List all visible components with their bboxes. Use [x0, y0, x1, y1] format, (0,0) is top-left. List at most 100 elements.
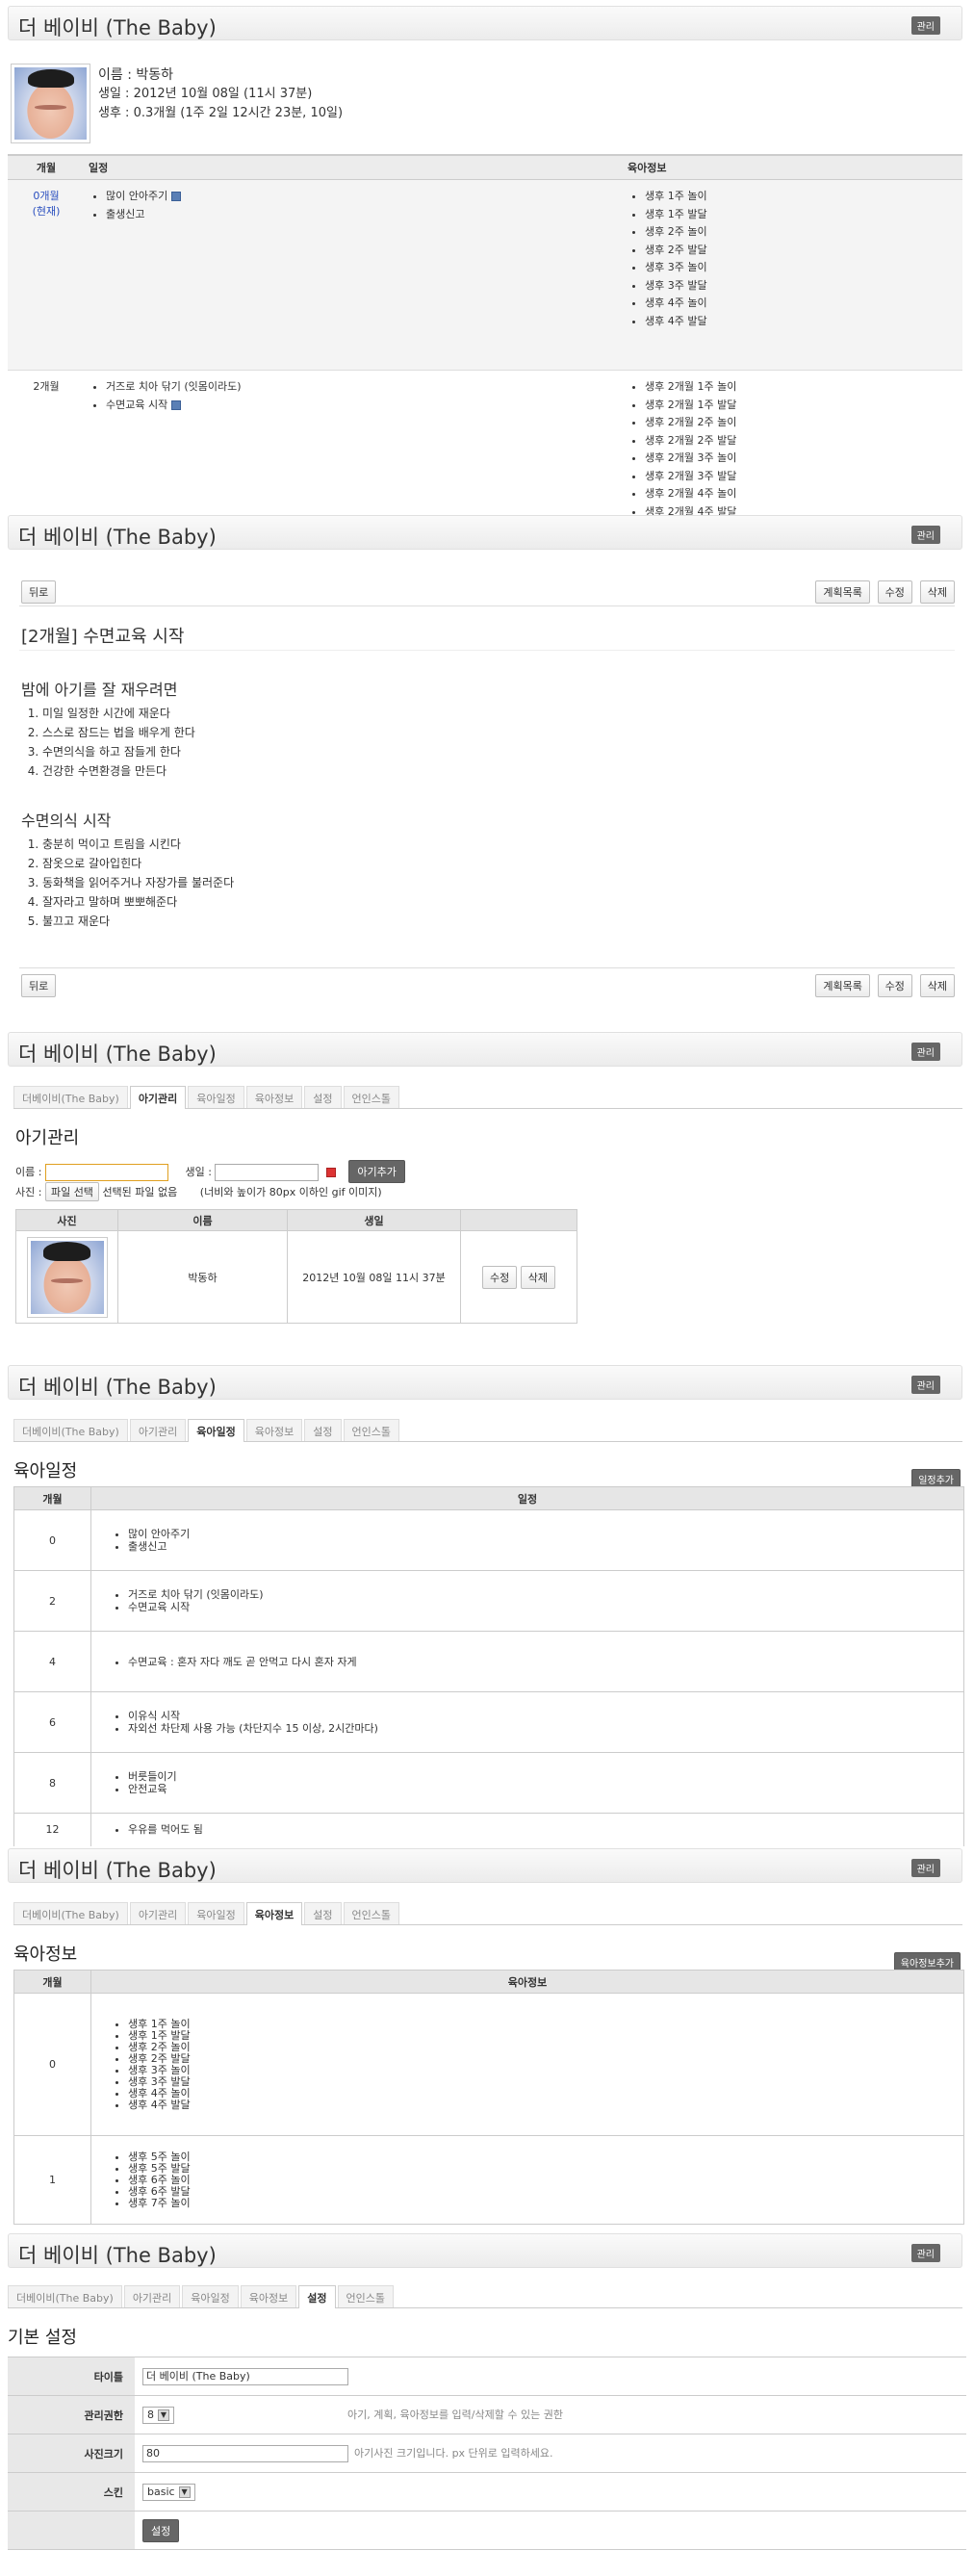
- info-item[interactable]: 생후 2개월 1주 놀이: [645, 378, 959, 397]
- info-item[interactable]: 생후 2주 놀이: [645, 223, 959, 242]
- tab-schedule[interactable]: 육아일정: [188, 1902, 244, 1924]
- schedule-item[interactable]: 수면교육 : 혼자 자다 깨도 곧 안먹고 다시 혼자 자게: [128, 1656, 962, 1668]
- tab-home[interactable]: 더베이비(The Baby): [13, 1086, 128, 1108]
- tab-home[interactable]: 더베이비(The Baby): [8, 2285, 122, 2307]
- info-item[interactable]: 생후 1주 놀이: [128, 2018, 962, 2030]
- info-item[interactable]: 생후 5주 놀이: [128, 2151, 962, 2163]
- title-input[interactable]: 더 베이비 (The Baby): [142, 2367, 348, 2385]
- perm-select[interactable]: 8 ▼: [142, 2406, 174, 2424]
- table-row: 1 생후 5주 놀이 생후 5주 발달 생후 6주 놀이 생후 6주 발달 생후…: [13, 2135, 964, 2225]
- tab-home[interactable]: 더베이비(The Baby): [13, 1902, 128, 1924]
- schedule-item[interactable]: 많이 안아주기: [128, 1528, 962, 1540]
- tab-baby-admin[interactable]: 아기관리: [129, 1086, 187, 1109]
- schedule-item[interactable]: 많이 안아주기: [106, 188, 620, 206]
- info-item[interactable]: 생후 2개월 4주 발달: [645, 503, 959, 516]
- settings-row-submit: 설정: [8, 2511, 966, 2550]
- admin-button[interactable]: 관리: [910, 1376, 940, 1394]
- schedule-item[interactable]: 이유식 시작: [128, 1710, 962, 1722]
- info-item[interactable]: 생후 1주 발달: [645, 206, 959, 224]
- info-item[interactable]: 생후 2주 발달: [128, 2052, 962, 2065]
- tab-schedule[interactable]: 육아일정: [188, 1419, 244, 1442]
- admin-button[interactable]: 관리: [910, 2244, 940, 2262]
- info-item[interactable]: 생후 4주 발달: [645, 313, 959, 331]
- info-item[interactable]: 생후 7주 놀이: [128, 2197, 962, 2209]
- info-item[interactable]: 생후 4주 놀이: [645, 295, 959, 313]
- info-item[interactable]: 생후 3주 놀이: [645, 259, 959, 277]
- schedule-item[interactable]: 버릇들이기: [128, 1770, 962, 1783]
- list-button[interactable]: 계획목록: [815, 580, 870, 604]
- month-label[interactable]: 2개월: [12, 378, 81, 394]
- schedule-item[interactable]: 우유를 먹어도 됨: [128, 1823, 962, 1836]
- schedule-item[interactable]: 안전교육: [128, 1783, 962, 1795]
- tab-settings[interactable]: 설정: [298, 2285, 336, 2308]
- tab-settings[interactable]: 설정: [304, 1086, 342, 1108]
- tab-settings[interactable]: 설정: [304, 1419, 342, 1441]
- info-item[interactable]: 생후 1주 놀이: [645, 188, 959, 206]
- tab-settings[interactable]: 설정: [304, 1902, 342, 1924]
- calendar-icon[interactable]: [325, 1168, 336, 1177]
- tab-info[interactable]: 육아정보: [245, 1419, 303, 1441]
- info-item[interactable]: 생후 3주 발달: [645, 277, 959, 296]
- info-item[interactable]: 생후 2개월 3주 발달: [645, 468, 959, 486]
- info-item[interactable]: 생후 2개월 4주 놀이: [645, 485, 959, 503]
- schedule-item[interactable]: 수면교육 시작: [106, 397, 620, 415]
- edit-button[interactable]: 수정: [877, 974, 912, 997]
- info-item[interactable]: 생후 4주 발달: [128, 2099, 962, 2111]
- schedule-item[interactable]: 수면교육 시작: [128, 1601, 962, 1613]
- save-settings-button[interactable]: 설정: [142, 2518, 180, 2542]
- tab-info[interactable]: 육아정보: [245, 1902, 303, 1925]
- tab-info[interactable]: 육아정보: [240, 2285, 297, 2307]
- list-button[interactable]: 계획목록: [815, 974, 870, 997]
- info-item[interactable]: 생후 6주 놀이: [128, 2174, 962, 2186]
- info-item[interactable]: 생후 3주 발달: [128, 2075, 962, 2088]
- tab-uninstall[interactable]: 언인스톨: [343, 1086, 399, 1108]
- info-item[interactable]: 생후 2개월 2주 놀이: [645, 414, 959, 432]
- edit-button[interactable]: 수정: [877, 580, 912, 604]
- tab-baby-admin[interactable]: 아기관리: [129, 1902, 187, 1924]
- add-baby-button[interactable]: 아기추가: [348, 1160, 405, 1183]
- info-item[interactable]: 생후 2개월 3주 놀이: [645, 450, 959, 468]
- delete-button[interactable]: 삭제: [919, 974, 955, 997]
- info-item[interactable]: 생후 1주 발달: [128, 2029, 962, 2042]
- app-title: 더 베이비 (The Baby): [18, 1859, 217, 1882]
- calendar-icon[interactable]: [171, 399, 182, 410]
- edit-button[interactable]: 수정: [482, 1265, 518, 1289]
- info-item[interactable]: 생후 3주 놀이: [128, 2064, 962, 2076]
- size-input[interactable]: 80: [142, 2444, 348, 2462]
- delete-button[interactable]: 삭제: [520, 1265, 555, 1289]
- admin-button[interactable]: 관리: [910, 1859, 940, 1877]
- info-item[interactable]: 생후 2개월 2주 발달: [645, 432, 959, 451]
- info-item[interactable]: 생후 2주 발달: [645, 242, 959, 260]
- info-item[interactable]: 생후 2개월 1주 발달: [645, 397, 959, 415]
- tab-uninstall[interactable]: 언인스톨: [343, 1419, 399, 1441]
- admin-button[interactable]: 관리: [910, 1043, 940, 1061]
- tab-uninstall[interactable]: 언인스톨: [343, 1902, 399, 1924]
- birth-input[interactable]: [215, 1164, 320, 1181]
- tab-schedule[interactable]: 육아일정: [188, 1086, 244, 1108]
- schedule-item[interactable]: 출생신고: [106, 206, 620, 224]
- admin-button[interactable]: 관리: [910, 16, 940, 35]
- tab-home[interactable]: 더베이비(The Baby): [13, 1419, 128, 1441]
- delete-button[interactable]: 삭제: [919, 580, 955, 604]
- tab-baby-admin[interactable]: 아기관리: [129, 1419, 187, 1441]
- info-item[interactable]: 생후 4주 놀이: [128, 2087, 962, 2099]
- back-button[interactable]: 뒤로: [21, 580, 57, 604]
- tab-schedule[interactable]: 육아일정: [182, 2285, 239, 2307]
- month-label[interactable]: 0개월: [12, 188, 81, 203]
- skin-select[interactable]: basic ▼: [142, 2483, 195, 2501]
- name-input[interactable]: [44, 1164, 168, 1181]
- admin-button[interactable]: 관리: [910, 526, 940, 544]
- tab-info[interactable]: 육아정보: [245, 1086, 303, 1108]
- schedule-item[interactable]: 거즈로 치아 닦기 (잇몸이라도): [128, 1588, 962, 1601]
- info-item[interactable]: 생후 6주 발달: [128, 2185, 962, 2198]
- schedule-item[interactable]: 자외선 차단제 사용 가능 (차단지수 15 이상, 2시간마다): [128, 1722, 962, 1735]
- info-item[interactable]: 생후 5주 발달: [128, 2162, 962, 2175]
- schedule-item[interactable]: 거즈로 치아 닦기 (잇몸이라도): [106, 378, 620, 397]
- file-select-button[interactable]: 파일 선택: [44, 1182, 99, 1201]
- back-button[interactable]: 뒤로: [21, 974, 57, 997]
- info-item[interactable]: 생후 2주 놀이: [128, 2041, 962, 2053]
- calendar-icon[interactable]: [171, 192, 182, 201]
- tab-baby-admin[interactable]: 아기관리: [123, 2285, 181, 2307]
- tab-uninstall[interactable]: 언인스톨: [337, 2285, 394, 2307]
- schedule-item[interactable]: 출생신고: [128, 1540, 962, 1553]
